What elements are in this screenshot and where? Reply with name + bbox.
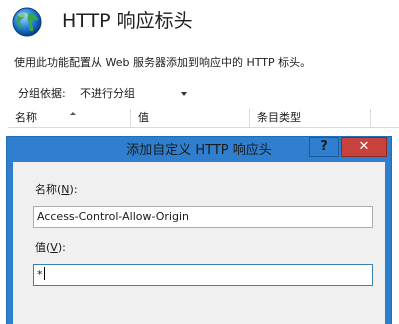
value-field-text: * [37,268,43,281]
page-title: HTTP 响应标头 [62,10,193,32]
dialog-body: 名称(N): Access-Control-Allow-Origin 值(V):… [13,162,385,324]
close-button[interactable]: ✕ [341,137,387,157]
column-header-value-label: 值 [138,111,149,124]
sort-ascending-icon [70,112,76,115]
group-by-label: 分组依据: [18,87,66,100]
value-field-label: 值(V): [35,241,66,254]
globe-icon [12,7,42,37]
text-cursor [43,267,45,280]
column-header-name-label: 名称 [15,111,37,124]
column-header-value[interactable]: 值 [131,109,249,128]
chevron-down-icon [181,92,187,96]
name-field[interactable]: Access-Control-Allow-Origin [33,206,373,228]
column-header-entry-type-label: 条目类型 [257,111,301,124]
value-field[interactable]: * [33,264,373,286]
column-divider[interactable] [370,109,371,128]
help-button[interactable]: ? [309,137,339,157]
group-by-value: 不进行分组 [80,87,135,100]
column-header-name[interactable]: 名称 [8,109,130,128]
page-description: 使用此功能配置从 Web 服务器添加到响应中的 HTTP 标头。 [14,56,312,69]
name-field-label: 名称(N): [35,183,78,196]
column-header-entry-type[interactable]: 条目类型 [250,109,370,128]
add-header-dialog: 添加自定义 HTTP 响应头 ? ✕ 名称(N): Access-Control… [6,136,392,324]
group-by-dropdown[interactable]: 不进行分组 [80,86,192,103]
grid-header: 名称 值 条目类型 [8,109,399,128]
